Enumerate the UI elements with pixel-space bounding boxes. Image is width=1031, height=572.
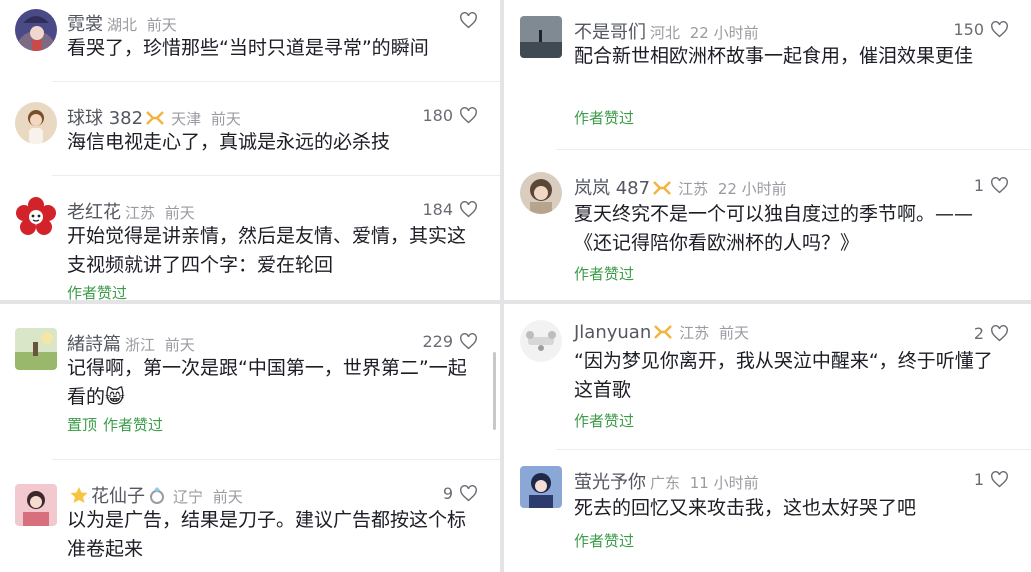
ring-badge-icon: [150, 487, 164, 504]
avatar[interactable]: [15, 484, 57, 526]
location: 浙江: [125, 336, 156, 354]
cat-emoji: 😸: [105, 386, 125, 408]
location: 河北: [650, 24, 681, 42]
heart-icon: [460, 485, 477, 502]
like-button[interactable]: 184: [422, 200, 478, 219]
username[interactable]: 花仙子 辽宁 前天: [67, 482, 243, 508]
timestamp: 前天: [212, 488, 243, 506]
comment-text: 开始觉得是讲亲情，然后是友情、爱情，其实这支视频就讲了四个字：爱在轮回: [67, 225, 467, 276]
username[interactable]: 不是哥们 河北 22 小时前: [574, 18, 759, 44]
location: 辽宁: [173, 488, 204, 506]
location: 江苏: [125, 204, 156, 222]
location: 湖北: [107, 16, 138, 34]
comment-panel-bottom-left: 緒詩篇 浙江 前天 229 记得啊，第一次是跟“中国第一，世界第二”一起看的😸 置…: [0, 304, 500, 572]
avatar[interactable]: [520, 466, 562, 508]
like-button[interactable]: 1: [974, 176, 1009, 195]
comment-text: 死去的回忆又来攻击我，这也太好哭了吧: [574, 497, 917, 519]
comment-item[interactable]: 霓裳 湖北 前天 看哭了，珍惜那些“当时只道是寻常”的瞬间: [0, 0, 500, 82]
comment-text: 海信电视走心了，真诚是永远的必杀技: [67, 131, 391, 153]
location: 天津: [171, 110, 202, 128]
comment-item[interactable]: Jlanyuan 江苏 前天 2 “因为梦见你离开，我从哭泣中醒来“，终于听懂了这…: [504, 304, 1031, 450]
like-count: 1: [973, 470, 984, 489]
like-count: 9: [442, 484, 453, 503]
avatar[interactable]: [520, 320, 562, 362]
username[interactable]: 球球 382 天津 前天: [67, 104, 241, 130]
comment-panel-bottom-right: Jlanyuan 江苏 前天 2 “因为梦见你离开，我从哭泣中醒来“，终于听懂了这…: [504, 304, 1031, 572]
like-button[interactable]: [453, 12, 478, 29]
username[interactable]: 霓裳 湖北 前天: [67, 10, 177, 36]
like-button[interactable]: 9: [443, 484, 478, 503]
star-badge-icon: [70, 487, 88, 503]
comment-panel-top-left: 霓裳 湖北 前天 看哭了，珍惜那些“当时只道是寻常”的瞬间 球球 382 天津 前天…: [0, 0, 500, 300]
username[interactable]: 緒詩篇 浙江 前天: [67, 330, 195, 356]
comment-item[interactable]: 岚岚 487 江苏 22 小时前 1 夏天终究不是一个可以独自度过的季节啊。——《…: [504, 150, 1031, 300]
author-liked-tag: 作者赞过: [574, 265, 635, 283]
timestamp: 22 小时前: [689, 24, 759, 42]
comment-text: 夏天终究不是一个可以独自度过的季节啊。——《还记得陪你看欧洲杯的人吗？》: [574, 203, 974, 254]
like-count: 2: [973, 324, 984, 343]
location: 江苏: [678, 180, 709, 198]
timestamp: 前天: [164, 336, 195, 354]
level-badge-icon: [146, 111, 164, 125]
username[interactable]: 萤光予你 广东 11 小时前: [574, 468, 759, 494]
avatar[interactable]: [15, 9, 57, 51]
timestamp: 22 小时前: [717, 180, 787, 198]
like-count: 180: [422, 106, 453, 125]
comment-item[interactable]: 不是哥们 河北 22 小时前 150 配合新世相欧洲杯故事一起食用，催泪效果更佳 …: [504, 0, 1031, 150]
location: 广东: [650, 474, 681, 492]
comment-item[interactable]: 緒詩篇 浙江 前天 229 记得啊，第一次是跟“中国第一，世界第二”一起看的😸 置…: [0, 304, 500, 460]
author-liked-tag: 作者赞过: [574, 412, 635, 430]
avatar[interactable]: [15, 328, 57, 370]
timestamp: 前天: [164, 204, 195, 222]
heart-icon: [460, 333, 477, 350]
like-count: 184: [422, 200, 453, 219]
username[interactable]: 老红花 江苏 前天: [67, 198, 195, 224]
like-button[interactable]: 150: [953, 20, 1009, 39]
heart-icon: [991, 325, 1008, 342]
comment-item[interactable]: 花仙子 辽宁 前天 9 以为是广告，结果是刀子。建议广告都按这个标准卷起来: [0, 460, 500, 572]
timestamp: 前天: [146, 16, 177, 34]
avatar[interactable]: [15, 196, 57, 238]
level-badge-icon: [654, 325, 673, 339]
comment-text: 配合新世相欧洲杯故事一起食用，催泪效果更佳: [574, 45, 974, 67]
comment-item[interactable]: 球球 382 天津 前天 180 海信电视走心了，真诚是永远的必杀技: [0, 82, 500, 176]
comment-item[interactable]: 老红花 江苏 前天 184 开始觉得是讲亲情，然后是友情、爱情，其实这支视频就讲了…: [0, 176, 500, 300]
heart-icon: [460, 12, 477, 29]
heart-icon: [991, 471, 1008, 488]
comment-text: 以为是广告，结果是刀子。建议广告都按这个标准卷起来: [67, 509, 467, 560]
comment-panel-top-right: 不是哥们 河北 22 小时前 150 配合新世相欧洲杯故事一起食用，催泪效果更佳 …: [504, 0, 1031, 300]
like-button[interactable]: 180: [422, 106, 478, 125]
timestamp: 前天: [719, 324, 750, 342]
location: 江苏: [679, 324, 710, 342]
comment-tags: 置顶 作者赞过: [67, 414, 163, 435]
heart-icon: [991, 177, 1008, 194]
pinned-tag: 置顶: [67, 416, 98, 434]
author-liked-tag: 作者赞过: [574, 109, 635, 127]
like-count: 150: [953, 20, 984, 39]
author-liked-tag: 作者赞过: [103, 416, 164, 434]
timestamp: 11 小时前: [689, 474, 759, 492]
timestamp: 前天: [210, 110, 241, 128]
comment-item[interactable]: 萤光予你 广东 11 小时前 1 死去的回忆又来攻击我，这也太好哭了吧 作者赞过: [504, 450, 1031, 572]
like-button[interactable]: 2: [974, 324, 1009, 343]
author-liked-tag: 作者赞过: [67, 284, 128, 300]
heart-icon: [460, 201, 477, 218]
username[interactable]: Jlanyuan 江苏 前天: [574, 322, 749, 343]
heart-icon: [460, 107, 477, 124]
comment-text: 看哭了，珍惜那些“当时只道是寻常”的瞬间: [67, 37, 429, 59]
like-button[interactable]: 1: [974, 470, 1009, 489]
like-count: 1: [973, 176, 984, 195]
level-badge-icon: [653, 181, 671, 195]
avatar[interactable]: [520, 16, 562, 58]
username[interactable]: 岚岚 487 江苏 22 小时前: [574, 174, 787, 200]
like-button[interactable]: 229: [422, 332, 478, 351]
author-liked-tag: 作者赞过: [574, 532, 635, 550]
comment-text: 记得啊，第一次是跟“中国第一，世界第二”一起看的😸: [67, 357, 467, 408]
like-count: 229: [422, 332, 453, 351]
avatar[interactable]: [520, 172, 562, 214]
heart-icon: [991, 21, 1008, 38]
avatar[interactable]: [15, 102, 57, 144]
comment-text: “因为梦见你离开，我从哭泣中醒来“，终于听懂了这首歌: [574, 350, 993, 401]
